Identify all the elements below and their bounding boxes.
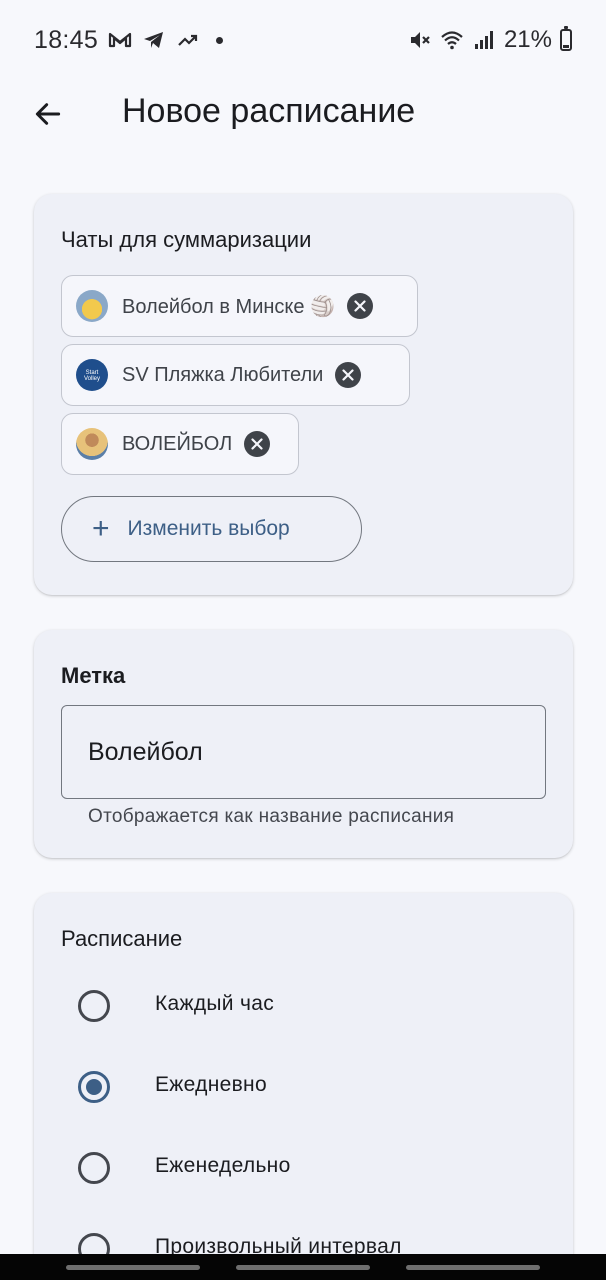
label-card: Метка Волейбол Отображается как название… xyxy=(34,630,573,858)
volleyball-group-avatar xyxy=(76,290,108,322)
schedule-card: Расписание Каждый час Ежедневно Еженедел… xyxy=(34,893,573,1280)
label-input-value: Волейбол xyxy=(88,737,203,766)
battery-icon xyxy=(560,26,572,51)
start-volley-avatar: Start Volley xyxy=(76,359,108,391)
radio-label: Ежедневно xyxy=(155,1073,267,1096)
change-selection-button[interactable]: + Изменить выбор xyxy=(61,496,362,562)
nav-back-handle[interactable] xyxy=(406,1265,540,1270)
radio-label: Каждый час xyxy=(155,992,274,1015)
schedule-card-title: Расписание xyxy=(61,926,183,951)
add-icon: + xyxy=(92,512,110,545)
gmail-icon xyxy=(108,28,132,52)
label-input[interactable]: Волейбол xyxy=(61,705,546,799)
trending-icon xyxy=(176,28,200,52)
label-helper-text: Отображается как название расписания xyxy=(88,806,455,827)
system-nav-bar xyxy=(0,1254,606,1280)
nav-recents-handle[interactable] xyxy=(66,1265,200,1270)
close-icon xyxy=(342,369,354,381)
label-card-title: Метка xyxy=(61,663,126,688)
mute-icon xyxy=(408,28,432,52)
close-icon xyxy=(354,300,366,312)
telegram-icon xyxy=(142,28,166,52)
radio-option-weekly[interactable]: Еженедельно xyxy=(34,1138,573,1198)
chat-chip[interactable]: Волейбол в Минске 🏐 xyxy=(61,275,418,337)
back-button[interactable] xyxy=(28,94,68,134)
remove-chip-button[interactable] xyxy=(244,431,271,457)
close-icon xyxy=(251,438,263,450)
page-title: Новое расписание xyxy=(122,92,416,130)
chat-chip[interactable]: ВОЛЕЙБОЛ xyxy=(61,413,299,475)
radio-label: Еженедельно xyxy=(155,1154,291,1177)
radio-button-selected[interactable] xyxy=(78,1071,110,1103)
nav-home-handle[interactable] xyxy=(236,1265,370,1270)
chat-chip[interactable]: Start Volley SV Пляжка Любители xyxy=(61,344,410,406)
chip-label: Волейбол в Минске 🏐 xyxy=(122,295,335,318)
radio-option-daily[interactable]: Ежедневно xyxy=(34,1057,573,1117)
change-selection-label: Изменить выбор xyxy=(127,517,290,540)
radio-button[interactable] xyxy=(78,990,110,1022)
chats-card-title: Чаты для суммаризации xyxy=(61,227,312,252)
arrow-back-icon xyxy=(35,103,61,125)
notification-dot-icon xyxy=(216,36,224,44)
battery-percent: 21% xyxy=(503,26,552,53)
radio-button[interactable] xyxy=(78,1152,110,1184)
signal-icon xyxy=(472,28,496,52)
status-time: 18:45 xyxy=(34,25,99,54)
chip-label: ВОЛЕЙБОЛ xyxy=(122,432,233,455)
remove-chip-button[interactable] xyxy=(346,293,373,319)
person-avatar xyxy=(76,428,108,460)
top-app-bar: Новое расписание xyxy=(0,80,606,146)
chip-label: SV Пляжка Любители xyxy=(122,363,324,386)
svg-text:Volley: Volley xyxy=(84,376,100,382)
status-bar: 18:45 21% xyxy=(0,0,606,80)
radio-option-hourly[interactable]: Каждый час xyxy=(34,976,573,1036)
remove-chip-button[interactable] xyxy=(335,362,362,388)
chats-card: Чаты для суммаризации Волейбол в Минске … xyxy=(34,194,573,595)
wifi-icon xyxy=(440,28,464,52)
